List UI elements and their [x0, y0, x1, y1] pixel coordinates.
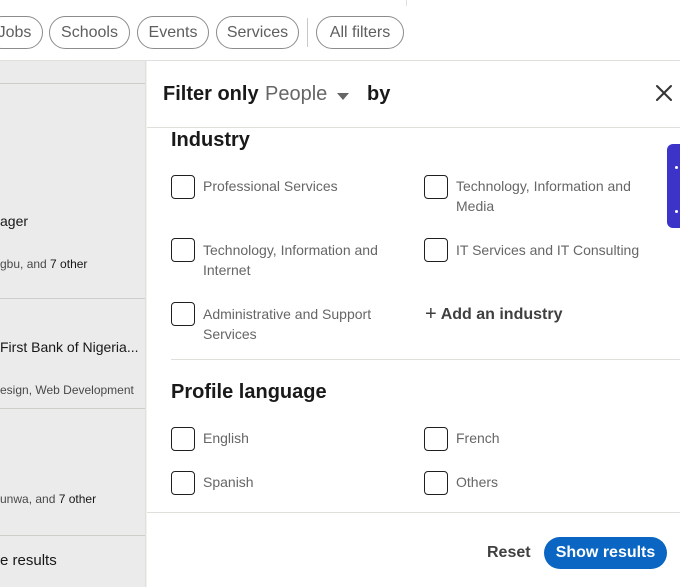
- floating-side-tab[interactable]: [667, 144, 680, 228]
- language-checkbox-french[interactable]: [424, 427, 448, 451]
- industry-label-it-services[interactable]: IT Services and IT Consulting: [456, 240, 666, 260]
- industry-section-title: Industry: [171, 129, 250, 151]
- language-checkbox-others[interactable]: [424, 471, 448, 495]
- filter-pill-events[interactable]: Events: [137, 16, 209, 49]
- language-checkbox-spanish[interactable]: [171, 471, 195, 495]
- filter-panel-header: Filter only People by: [147, 61, 680, 128]
- close-icon: [656, 85, 672, 101]
- show-results-button[interactable]: Show results: [544, 537, 667, 569]
- modal-backdrop[interactable]: [0, 61, 145, 587]
- topbar-divider: [406, 0, 407, 6]
- caret-down-icon[interactable]: [337, 93, 349, 100]
- add-industry-button[interactable]: + Add an industry: [425, 302, 562, 325]
- side-tab-dot: [675, 210, 678, 213]
- industry-label-admin-support[interactable]: Administrative and Support Services: [203, 304, 393, 344]
- search-filter-bar: Jobs Schools Events Services All filters: [0, 0, 680, 61]
- search-results-list: ager gbu, and 7 other First Bank of Nige…: [0, 61, 146, 587]
- filter-pill-services[interactable]: Services: [216, 16, 299, 49]
- filter-pill-schools[interactable]: Schools: [49, 16, 130, 49]
- language-label-french[interactable]: French: [456, 428, 500, 448]
- industry-label-tech-info-media[interactable]: Technology, Information and Media: [456, 176, 646, 216]
- section-divider: [171, 359, 680, 360]
- language-label-spanish[interactable]: Spanish: [203, 472, 254, 492]
- filter-only-label: Filter only: [163, 83, 259, 105]
- add-industry-label: Add an industry: [440, 306, 563, 323]
- industry-checkbox-tech-info-media[interactable]: [424, 175, 448, 199]
- language-label-english[interactable]: English: [203, 428, 249, 448]
- industry-checkbox-admin-support[interactable]: [171, 302, 195, 326]
- industry-checkbox-it-services[interactable]: [424, 238, 448, 262]
- filter-panel-footer: Reset Show results: [147, 512, 680, 587]
- pill-separator: [307, 18, 308, 47]
- industry-checkbox-professional-services[interactable]: [171, 175, 195, 199]
- side-tab-dot: [675, 166, 678, 169]
- industry-label-tech-info-internet[interactable]: Technology, Information and Internet: [203, 240, 393, 280]
- industry-checkbox-tech-info-internet[interactable]: [171, 238, 195, 262]
- language-checkbox-english[interactable]: [171, 427, 195, 451]
- profile-language-section-title: Profile language: [171, 381, 327, 403]
- plus-icon: +: [425, 303, 437, 325]
- entity-type-dropdown[interactable]: People: [265, 83, 327, 106]
- filter-pill-jobs[interactable]: Jobs: [0, 16, 43, 49]
- industry-label-professional-services[interactable]: Professional Services: [203, 176, 403, 196]
- filter-panel: Filter only People by Industry Professio…: [147, 61, 680, 587]
- language-label-others[interactable]: Others: [456, 472, 498, 492]
- by-label: by: [367, 83, 391, 105]
- all-filters-button[interactable]: All filters: [316, 16, 404, 49]
- close-button[interactable]: [652, 81, 680, 109]
- reset-button[interactable]: Reset: [487, 544, 531, 562]
